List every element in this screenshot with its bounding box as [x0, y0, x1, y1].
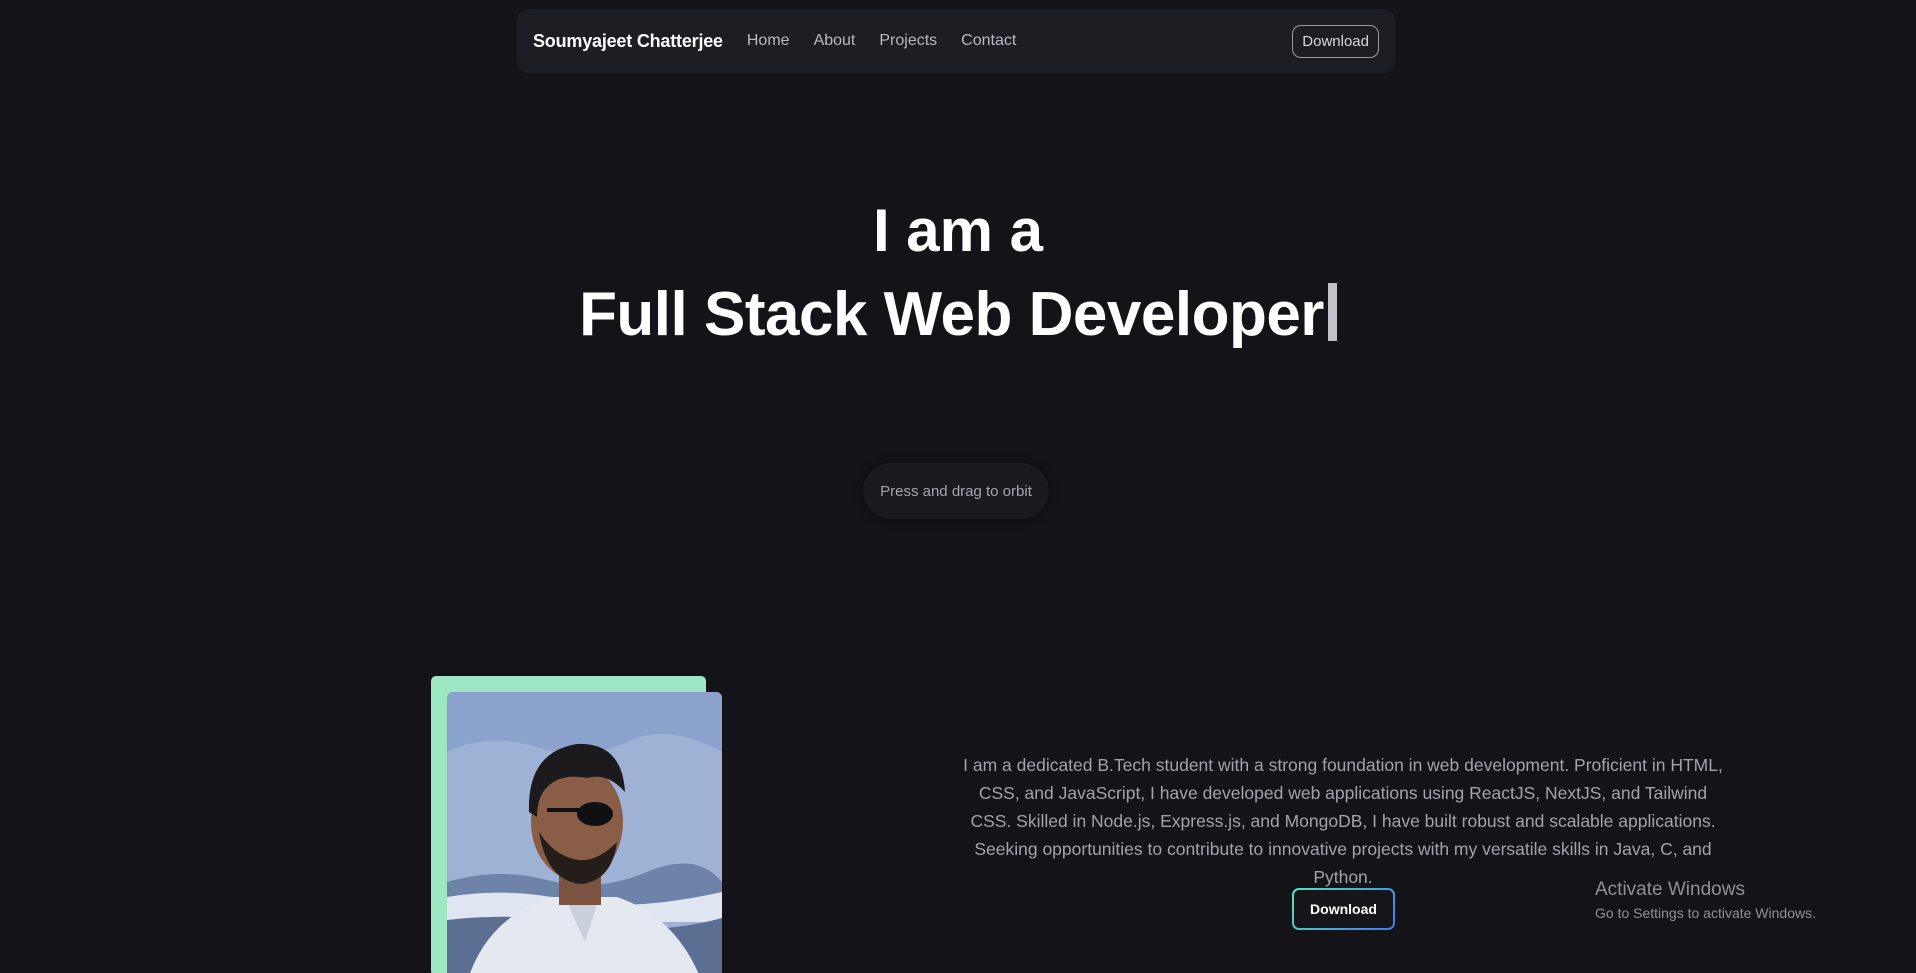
orbit-hint: Press and drag to orbit	[863, 463, 1049, 519]
nav-link-projects[interactable]: Projects	[879, 32, 937, 50]
nav-download-button[interactable]: Download	[1292, 24, 1379, 58]
about-download-button[interactable]: Download	[1292, 888, 1395, 930]
typing-caret	[1327, 283, 1337, 341]
hero-role-text: Full Stack Web Developer	[579, 280, 1324, 349]
activate-windows-watermark: Activate Windows Go to Settings to activ…	[1595, 878, 1816, 922]
nav-link-home[interactable]: Home	[747, 32, 790, 50]
hero-role: Full Stack Web Developer	[0, 276, 1916, 354]
brand-name[interactable]: Soumyajeet Chatterjee	[533, 31, 723, 52]
watermark-title: Activate Windows	[1595, 879, 1745, 900]
nav-link-about[interactable]: About	[814, 32, 856, 50]
watermark-subtitle: Go to Settings to activate Windows.	[1595, 905, 1816, 921]
profile-photo-illustration	[447, 692, 722, 973]
nav-link-contact[interactable]: Contact	[961, 32, 1016, 50]
navbar: Soumyajeet Chatterjee Home About Project…	[517, 9, 1395, 73]
hero-intro: I am a	[872, 197, 1044, 264]
profile-photo	[447, 692, 722, 973]
about-description: I am a dedicated B.Tech student with a s…	[963, 755, 1723, 887]
